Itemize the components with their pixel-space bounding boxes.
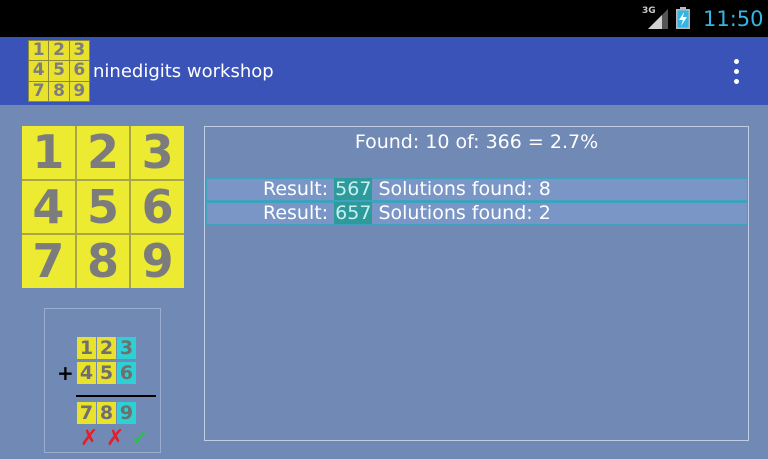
plus-sign: + <box>57 361 74 385</box>
logo-digit: 1 <box>27 39 50 62</box>
example-panel: 1 2 3 + 4 5 6 7 8 9 ✗ ✗ ✓ <box>44 308 161 453</box>
example-digit: 3 <box>117 337 136 359</box>
logo-digit: 8 <box>48 80 70 103</box>
result-solutions: Solutions found: 2 <box>372 202 551 224</box>
example-digit: 6 <box>117 362 136 384</box>
logo-digit: 9 <box>68 80 91 103</box>
digit-tile-2[interactable]: 2 <box>76 126 130 179</box>
example-digit: 7 <box>77 402 96 424</box>
example-digit: 2 <box>97 337 116 359</box>
app-title: ninedigits workshop <box>93 61 274 82</box>
digit-tile-6[interactable]: 6 <box>131 180 184 234</box>
digit-tile-9[interactable]: 9 <box>131 235 184 288</box>
found-summary: Found: 10 of: 366 = 2.7% <box>354 131 599 153</box>
digit-tile-5[interactable]: 5 <box>76 180 130 234</box>
logo-digit: 3 <box>68 39 91 62</box>
result-row[interactable]: Result: 657 Solutions found: 2 <box>206 202 748 225</box>
check-mark-icon: ✓ <box>131 426 150 451</box>
example-digit: 4 <box>77 362 96 384</box>
app-logo[interactable]: 1 2 3 4 5 6 7 8 9 <box>27 39 91 103</box>
result-solutions: Solutions found: 8 <box>372 178 551 200</box>
results-panel: Found: 10 of: 366 = 2.7% Result: 567 Sol… <box>204 126 749 441</box>
digit-tile-7[interactable]: 7 <box>22 235 75 288</box>
logo-digit: 6 <box>68 60 91 82</box>
example-digit: 5 <box>97 362 116 384</box>
example-digit: 8 <box>97 402 116 424</box>
clock: 11:50 <box>703 7 764 31</box>
example-row-2: 4 5 6 <box>77 362 136 384</box>
menu-dot <box>734 59 739 64</box>
signal-bars-icon <box>648 9 668 29</box>
cross-mark-icon: ✗ <box>106 426 125 451</box>
digit-tile-8[interactable]: 8 <box>76 235 130 288</box>
logo-digit: 4 <box>27 60 50 82</box>
result-prefix: Result: <box>263 202 335 224</box>
result-row[interactable]: Result: 567 Solutions found: 8 <box>206 178 748 201</box>
battery-charging-icon <box>676 7 690 29</box>
menu-dot <box>734 69 739 74</box>
cross-mark-icon: ✗ <box>80 426 99 451</box>
result-number: 567 <box>334 178 373 200</box>
logo-digit: 5 <box>48 60 70 82</box>
digit-tile-3[interactable]: 3 <box>131 126 184 179</box>
result-prefix: Result: <box>263 178 335 200</box>
example-digit: 1 <box>77 337 96 359</box>
digit-tile-4[interactable]: 4 <box>22 180 75 234</box>
digit-grid: 1 2 3 4 5 6 7 8 9 <box>22 126 184 288</box>
action-bar: 1 2 3 4 5 6 7 8 9 ninedigits workshop <box>0 37 768 105</box>
menu-dot <box>734 79 739 84</box>
example-digit: 9 <box>117 402 136 424</box>
example-row-result: 7 8 9 <box>77 402 136 424</box>
logo-digit: 2 <box>48 39 70 62</box>
overflow-menu-icon[interactable] <box>728 57 746 87</box>
sum-line <box>76 395 156 397</box>
result-number: 657 <box>334 202 373 224</box>
digit-tile-1[interactable]: 1 <box>22 126 75 179</box>
logo-digit: 7 <box>27 80 50 103</box>
example-row-1: 1 2 3 <box>77 337 136 359</box>
status-bar: 3G 11:50 <box>0 0 768 37</box>
